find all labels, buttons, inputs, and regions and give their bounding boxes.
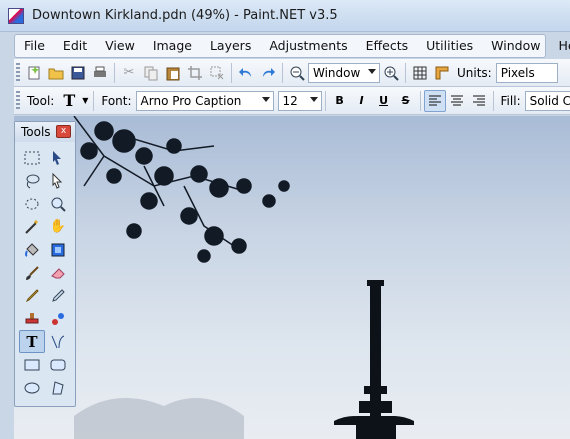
toolbar-separator (492, 90, 494, 111)
paint-bucket-icon[interactable] (19, 238, 45, 261)
zoom-dropdown-value: Window (313, 65, 361, 80)
chevron-down-icon (368, 68, 376, 74)
toolbar-separator (93, 90, 95, 111)
redo-icon[interactable] (257, 62, 279, 84)
italic-button[interactable]: I (351, 94, 373, 107)
toolbar-separator (114, 62, 115, 83)
menu-effects[interactable]: Effects (357, 35, 418, 57)
menu-edit[interactable]: Edit (54, 35, 96, 57)
align-left-icon[interactable] (423, 89, 446, 112)
menu-utilities[interactable]: Utilities (417, 35, 482, 57)
line-curve-icon[interactable] (45, 330, 71, 353)
tool-label: Tool: (27, 93, 55, 108)
menu-window[interactable]: Window (482, 35, 549, 57)
zoom-in-icon[interactable] (380, 62, 402, 84)
font-size-value: 12 (282, 93, 298, 108)
paintbrush-icon[interactable] (19, 261, 45, 284)
freeform-shape-icon[interactable] (45, 376, 71, 399)
menu-image[interactable]: Image (144, 35, 201, 57)
eraser-icon[interactable] (45, 261, 71, 284)
paste-icon[interactable] (162, 62, 184, 84)
title-bar: Downtown Kirkland.pdn (49%) - Paint.NET … (0, 0, 570, 32)
image-canvas[interactable] (14, 116, 570, 439)
lasso-select-icon[interactable] (19, 169, 45, 192)
open-folder-icon[interactable] (45, 62, 67, 84)
menu-file[interactable]: File (15, 35, 54, 57)
toolbar-grip[interactable] (16, 62, 20, 83)
toolbar-grip[interactable] (16, 90, 20, 111)
color-picker-icon[interactable] (45, 284, 71, 307)
font-size-dropdown[interactable]: 12 (277, 90, 322, 111)
save-icon[interactable] (67, 62, 89, 84)
menu-layers[interactable]: Layers (201, 35, 260, 57)
bold-button[interactable]: B (329, 94, 351, 107)
rectangle-select-icon[interactable] (19, 146, 45, 169)
fill-label: Fill: (500, 93, 521, 108)
menu-help[interactable]: Help (549, 35, 570, 57)
move-selection-icon[interactable] (45, 146, 71, 169)
align-right-icon[interactable] (468, 90, 490, 112)
underline-button[interactable]: U (373, 94, 395, 107)
fill-dropdown-value: Solid Co (529, 93, 570, 108)
magic-wand-icon[interactable] (19, 215, 45, 238)
strikethrough-button[interactable]: S (395, 94, 417, 107)
tools-title: Tools (21, 125, 51, 139)
font-dropdown-value: Arno Pro Caption (140, 93, 242, 108)
text-tool-toolbar: Tool: T ▼ Font: Arno Pro Caption 12 B I … (14, 87, 570, 115)
tools-window[interactable]: Tools x ✋ T (14, 121, 76, 407)
grid-icon[interactable] (409, 62, 431, 84)
rectangle-shape-icon[interactable] (19, 353, 45, 376)
chevron-down-icon (309, 96, 318, 102)
ellipse-shape-icon[interactable] (19, 376, 45, 399)
rounded-rectangle-icon[interactable] (45, 353, 71, 376)
window-title: Downtown Kirkland.pdn (49%) - Paint.NET … (32, 8, 338, 23)
font-label: Font: (101, 93, 132, 108)
paintnet-app-icon[interactable] (8, 8, 24, 24)
deselect-icon[interactable] (206, 62, 228, 84)
align-center-icon[interactable] (446, 90, 468, 112)
copy-icon[interactable] (140, 62, 162, 84)
move-selected-icon[interactable] (45, 169, 71, 192)
pan-hand-icon[interactable]: ✋ (45, 215, 71, 238)
text-tool-button[interactable]: T (19, 330, 45, 353)
toolbar-separator (231, 62, 232, 83)
menu-bar: File Edit View Image Layers Adjustments … (14, 34, 570, 58)
zoom-icon[interactable] (45, 192, 71, 215)
tool-grid: ✋ T (19, 146, 71, 399)
rulers-icon[interactable] (431, 62, 453, 84)
units-dropdown-value: Pixels (500, 65, 535, 80)
text-tool-icon[interactable]: T (58, 90, 80, 112)
menu-view[interactable]: View (96, 35, 144, 57)
recolor-icon[interactable] (45, 307, 71, 330)
chevron-down-icon (261, 96, 270, 102)
zoom-out-icon[interactable] (286, 62, 308, 84)
font-dropdown[interactable]: Arno Pro Caption (135, 90, 274, 111)
tool-chevron-down-icon[interactable]: ▼ (80, 90, 90, 112)
ellipse-select-icon[interactable] (19, 192, 45, 215)
pencil-icon[interactable] (19, 284, 45, 307)
canvas-photo (73, 116, 414, 439)
clone-stamp-icon[interactable] (19, 307, 45, 330)
menu-adjustments[interactable]: Adjustments (260, 35, 356, 57)
new-image-icon[interactable] (23, 62, 45, 84)
crop-to-selection-icon[interactable] (184, 62, 206, 84)
toolbar-separator (282, 62, 283, 83)
toolbar-separator (405, 62, 406, 83)
close-icon[interactable]: x (56, 125, 71, 138)
units-dropdown[interactable]: Pixels (495, 62, 558, 83)
fill-dropdown[interactable]: Solid Co (524, 90, 570, 111)
main-toolbar: ✂ Window Units: Pixels (14, 59, 570, 87)
toolbar-separator (324, 90, 326, 111)
undo-icon[interactable] (235, 62, 257, 84)
units-label: Units: (457, 65, 492, 80)
print-icon[interactable] (89, 62, 111, 84)
cut-icon[interactable]: ✂ (118, 62, 140, 84)
gradient-icon[interactable] (45, 238, 71, 261)
toolbar-separator (419, 90, 421, 111)
zoom-dropdown[interactable]: Window (308, 62, 380, 83)
